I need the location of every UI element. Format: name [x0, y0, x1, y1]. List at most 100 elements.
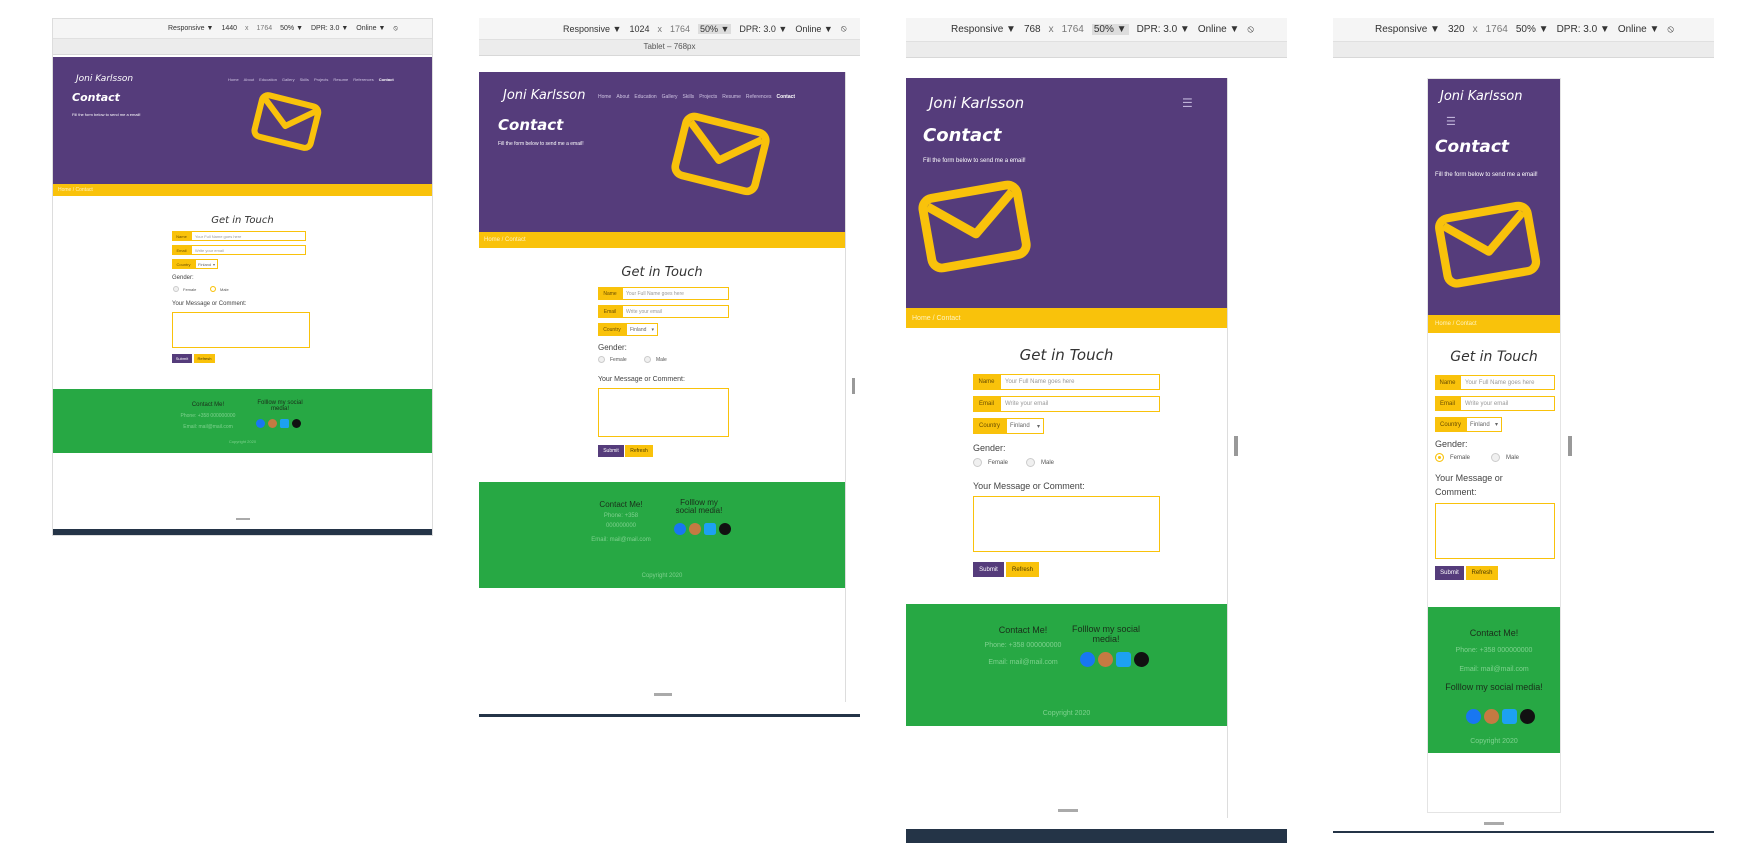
github-icon[interactable] — [292, 419, 301, 428]
radio-female-dot[interactable] — [1435, 453, 1444, 462]
breadcrumb-text[interactable]: Home / Contact — [484, 237, 526, 243]
country-select[interactable]: Finland ▾ — [195, 259, 218, 269]
twitter-icon[interactable] — [704, 523, 716, 535]
responsive-select[interactable]: Responsive ▼ — [563, 24, 621, 34]
radio-female-dot[interactable] — [598, 356, 605, 363]
nav-home[interactable]: Home — [598, 94, 611, 100]
nav-education[interactable]: Education — [259, 77, 277, 82]
nav-projects[interactable]: Projects — [314, 77, 328, 82]
nav-contact[interactable]: Contact — [379, 77, 394, 82]
nav-contact[interactable]: Contact — [776, 94, 795, 100]
name-input[interactable]: Your Full Name goes here — [622, 287, 729, 300]
height-input[interactable]: 1764 — [1062, 24, 1084, 35]
nav-references[interactable]: References — [353, 77, 373, 82]
github-icon[interactable] — [1520, 709, 1535, 724]
radio-female[interactable]: Female — [173, 286, 196, 292]
radio-male-dot[interactable] — [1491, 453, 1500, 462]
name-input[interactable]: Your Full Name goes here — [1000, 374, 1160, 390]
message-textarea[interactable] — [172, 312, 310, 348]
country-select[interactable]: Finland ▾ — [1006, 418, 1044, 434]
refresh-button[interactable]: Refresh — [1466, 566, 1498, 580]
instagram-icon[interactable] — [689, 523, 701, 535]
throttle-select[interactable]: Online ▼ — [1198, 24, 1240, 35]
nav-education[interactable]: Education — [634, 94, 656, 100]
instagram-icon[interactable] — [1484, 709, 1499, 724]
email-input[interactable]: Write your email — [622, 305, 729, 318]
radio-female[interactable]: Female — [598, 356, 627, 363]
message-textarea[interactable] — [598, 388, 729, 437]
breadcrumb-text[interactable]: Home / Contact — [912, 315, 961, 322]
nav-home[interactable]: Home — [228, 77, 239, 82]
facebook-icon[interactable] — [674, 523, 686, 535]
instagram-icon[interactable] — [268, 419, 277, 428]
radio-female-dot[interactable] — [973, 458, 982, 467]
github-icon[interactable] — [719, 523, 731, 535]
radio-female[interactable]: Female — [973, 458, 1008, 467]
submit-button[interactable]: Submit — [598, 445, 624, 457]
dpr-select[interactable]: DPR: 3.0 ▼ — [1137, 24, 1190, 35]
nav-resume[interactable]: Resume — [333, 77, 348, 82]
menu-icon[interactable]: ☰ — [1182, 96, 1193, 110]
radio-male[interactable]: Male — [1026, 458, 1054, 467]
width-input[interactable]: 320 — [1448, 24, 1465, 35]
width-input[interactable]: 1024 — [629, 24, 649, 34]
email-input[interactable]: Write your email — [191, 245, 306, 255]
throttle-select[interactable]: Online ▼ — [795, 24, 832, 34]
nav-references[interactable]: References — [746, 94, 772, 100]
submit-button[interactable]: Submit — [973, 562, 1004, 577]
twitter-icon[interactable] — [1116, 652, 1131, 667]
nav-projects[interactable]: Projects — [699, 94, 717, 100]
nav-skills[interactable]: Skills — [300, 77, 309, 82]
resize-handle-right[interactable] — [1568, 436, 1572, 456]
throttle-select[interactable]: Online ▼ — [1618, 24, 1660, 35]
rotate-icon[interactable]: ⦸ — [1667, 24, 1674, 35]
resize-handle-bottom[interactable] — [1058, 809, 1078, 812]
nav-skills[interactable]: Skills — [683, 94, 695, 100]
zoom-select[interactable]: 50% ▼ — [1516, 24, 1549, 35]
nav-gallery[interactable]: Gallery — [282, 77, 295, 82]
rotate-icon[interactable]: ⦸ — [393, 25, 398, 33]
brand-logo[interactable]: Joni Karlsson — [76, 74, 133, 84]
dpr-select[interactable]: DPR: 3.0 ▼ — [311, 25, 348, 32]
throttle-select[interactable]: Online ▼ — [356, 25, 385, 32]
nav-resume[interactable]: Resume — [722, 94, 741, 100]
width-input[interactable]: 768 — [1024, 24, 1041, 35]
breadcrumb-text[interactable]: Home / Contact — [1435, 321, 1477, 327]
radio-male[interactable]: Male — [1491, 453, 1519, 462]
facebook-icon[interactable] — [256, 419, 265, 428]
responsive-select[interactable]: Responsive ▼ — [1375, 24, 1440, 35]
brand-logo[interactable]: Joni Karlsson — [929, 94, 1024, 112]
zoom-select[interactable]: 50% ▼ — [280, 25, 303, 32]
resize-handle-right[interactable] — [852, 378, 855, 394]
radio-female[interactable]: Female — [1435, 453, 1470, 462]
twitter-icon[interactable] — [1502, 709, 1517, 724]
zoom-select[interactable]: 50% ▼ — [698, 23, 732, 34]
resize-handle-bottom[interactable] — [236, 518, 250, 520]
facebook-icon[interactable] — [1466, 709, 1481, 724]
responsive-select[interactable]: Responsive ▼ — [951, 24, 1016, 35]
responsive-select[interactable]: Responsive ▼ — [168, 25, 213, 32]
email-input[interactable]: Write your email — [1460, 396, 1555, 411]
radio-male-dot[interactable] — [1026, 458, 1035, 467]
refresh-button[interactable]: Refresh — [1006, 562, 1039, 577]
height-input[interactable]: 1764 — [1486, 24, 1508, 35]
github-icon[interactable] — [1134, 652, 1149, 667]
dpr-select[interactable]: DPR: 3.0 ▼ — [1557, 24, 1610, 35]
twitter-icon[interactable] — [280, 419, 289, 428]
submit-button[interactable]: Submit — [1435, 566, 1464, 580]
breadcrumb-text[interactable]: Home / Contact — [58, 187, 93, 193]
name-input[interactable]: Your Full Name goes here — [1460, 375, 1555, 390]
brand-logo[interactable]: Joni Karlsson — [1440, 89, 1523, 104]
resize-handle-bottom[interactable] — [654, 693, 672, 696]
radio-male[interactable]: Male — [644, 356, 667, 363]
radio-male[interactable]: Male — [210, 286, 229, 292]
zoom-select[interactable]: 50% ▼ — [1091, 24, 1129, 35]
refresh-button[interactable]: Refresh — [194, 354, 215, 363]
height-input[interactable]: 1764 — [670, 24, 690, 34]
message-textarea[interactable] — [973, 496, 1160, 552]
nav-about[interactable]: About — [616, 94, 629, 100]
menu-icon[interactable]: ☰ — [1446, 115, 1456, 128]
facebook-icon[interactable] — [1080, 652, 1095, 667]
submit-button[interactable]: Submit — [172, 354, 192, 363]
height-input[interactable]: 1764 — [257, 25, 273, 32]
